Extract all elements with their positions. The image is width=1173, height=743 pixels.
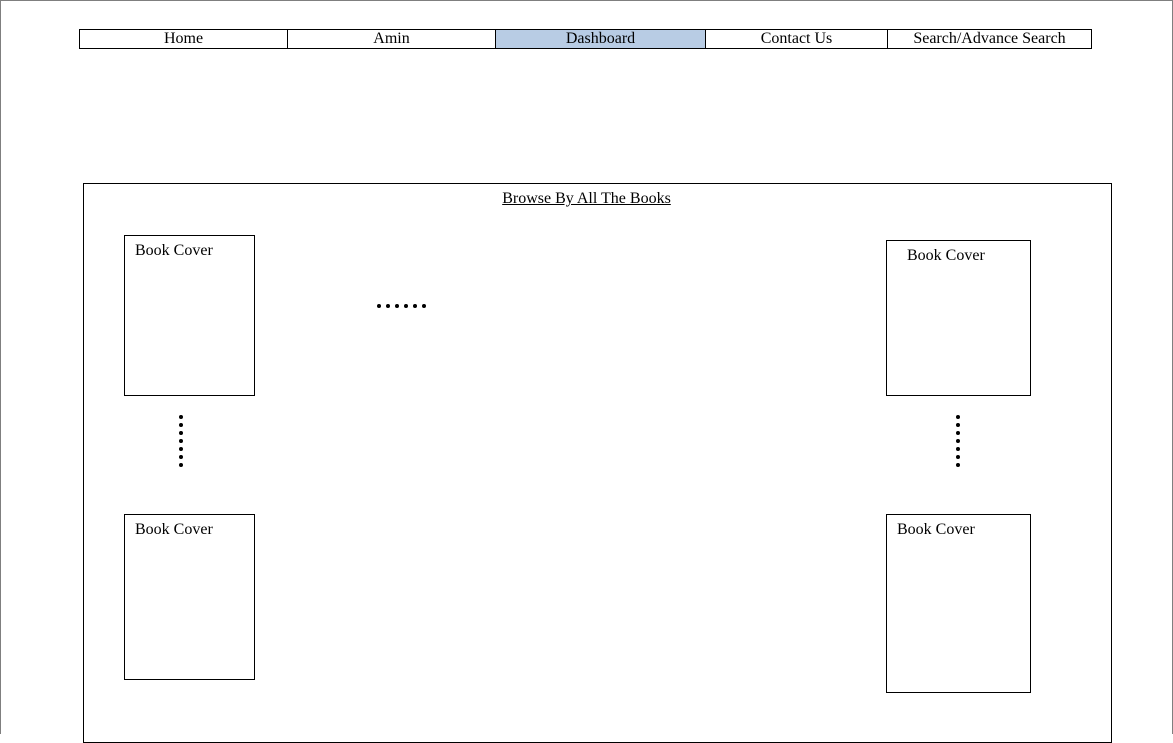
book-cover-label: Book Cover [135, 521, 213, 538]
book-cover-label: Book Cover [135, 242, 213, 259]
book-cover-top-left[interactable]: Book Cover [124, 235, 255, 396]
book-cover-bottom-right[interactable]: Book Cover [886, 514, 1031, 693]
book-cover-label: Book Cover [907, 247, 985, 264]
nav-dashboard[interactable]: Dashboard [496, 30, 706, 48]
book-cover-label: Book Cover [897, 521, 975, 538]
browse-books-title[interactable]: Browse By All The Books [0, 190, 1173, 208]
more-books-vertical-ellipsis-right [956, 415, 960, 467]
nav-search[interactable]: Search/Advance Search [888, 30, 1091, 48]
top-navigation: Home Amin Dashboard Contact Us Search/Ad… [79, 29, 1092, 49]
nav-contact-us[interactable]: Contact Us [706, 30, 888, 48]
book-cover-bottom-left[interactable]: Book Cover [124, 514, 255, 680]
nav-amin[interactable]: Amin [288, 30, 496, 48]
nav-home[interactable]: Home [80, 30, 288, 48]
book-cover-top-right[interactable]: Book Cover [886, 240, 1031, 396]
more-books-horizontal-ellipsis [377, 304, 426, 308]
more-books-vertical-ellipsis-left [179, 415, 183, 467]
